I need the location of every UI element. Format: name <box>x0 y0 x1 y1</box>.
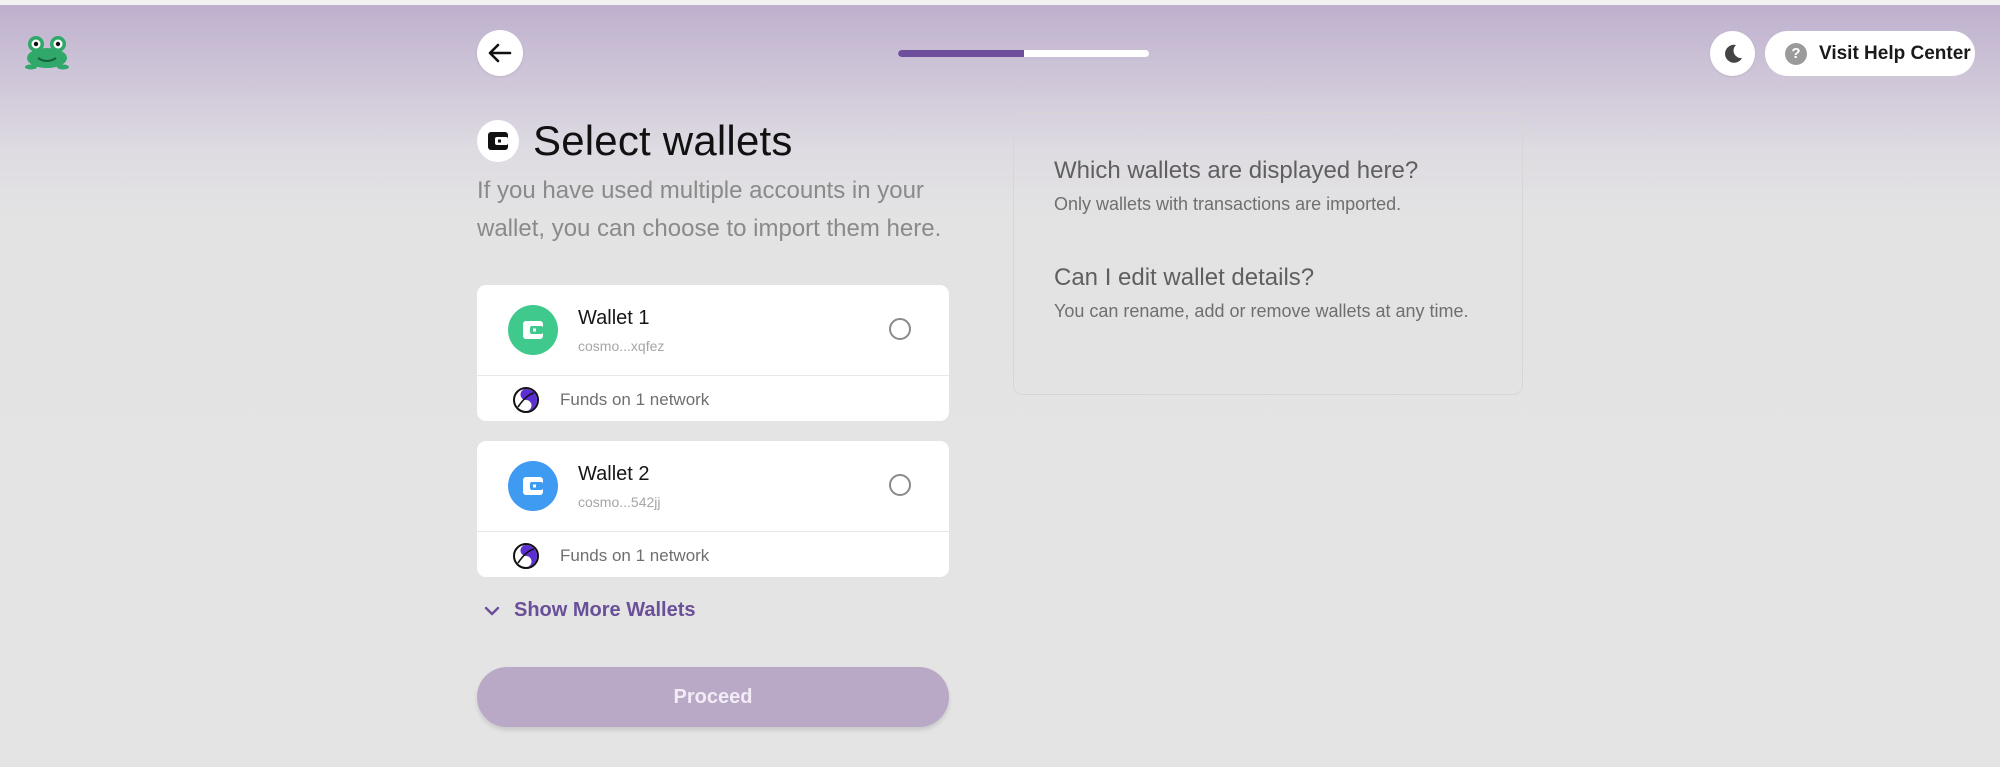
frog-logo-icon <box>23 34 71 70</box>
progress-fill <box>898 50 1024 57</box>
moon-icon <box>1724 44 1742 63</box>
wallet-select-radio[interactable] <box>889 474 911 496</box>
arrow-left-icon <box>488 43 512 63</box>
wallet-address: cosmo...xqfez <box>578 338 665 354</box>
proceed-button[interactable]: Proceed <box>477 667 949 727</box>
wallet-avatar <box>508 461 558 511</box>
faq-panel: Which wallets are displayed here? Only w… <box>1013 112 1523 395</box>
wallet-card-footer: Funds on 1 network <box>477 532 949 577</box>
page-title: Select wallets <box>533 117 793 164</box>
help-center-label: Visit Help Center <box>1819 42 1971 64</box>
wallet-name: Wallet 2 <box>578 463 650 485</box>
progress-bar <box>898 50 1149 57</box>
wallet-card-header: Wallet 2 cosmo...542jj <box>477 441 949 532</box>
wallet-icon <box>523 477 543 495</box>
theme-toggle-button[interactable] <box>1710 31 1755 76</box>
faq-question: Which wallets are displayed here? <box>1054 157 1419 184</box>
wallet-card[interactable]: Wallet 2 cosmo...542jj Funds on 1 networ… <box>477 441 949 577</box>
faq-answer: Only wallets with transactions are impor… <box>1054 194 1402 214</box>
top-edge <box>0 0 2000 5</box>
wallet-funds-text: Funds on 1 network <box>560 390 710 409</box>
wallet-funds-text: Funds on 1 network <box>560 546 710 565</box>
wallet-name: Wallet 1 <box>578 307 650 329</box>
page-header: Select wallets <box>477 117 793 165</box>
network-icon <box>513 387 539 413</box>
faq-answer: You can rename, add or remove wallets at… <box>1054 301 1469 321</box>
back-button[interactable] <box>477 30 523 76</box>
question-circle-icon: ? <box>1785 42 1807 65</box>
wallet-card-footer: Funds on 1 network <box>477 376 949 421</box>
show-more-label: Show More Wallets <box>514 599 696 621</box>
wallet-card[interactable]: Wallet 1 cosmo...xqfez Funds on 1 networ… <box>477 285 949 421</box>
wallet-select-radio[interactable] <box>889 318 911 340</box>
show-more-wallets-button[interactable]: Show More Wallets <box>484 599 696 622</box>
network-icon <box>513 543 539 569</box>
wallet-icon <box>477 120 519 162</box>
wallet-icon <box>523 321 543 339</box>
faq-question: Can I edit wallet details? <box>1054 264 1315 291</box>
chevron-down-icon <box>484 606 500 615</box>
wallet-card-header: Wallet 1 cosmo...xqfez <box>477 285 949 376</box>
wallet-avatar <box>508 305 558 355</box>
help-center-button[interactable]: ? Visit Help Center <box>1765 31 1975 76</box>
page-subtitle: If you have used multiple accounts in yo… <box>477 177 942 242</box>
wallet-address: cosmo...542jj <box>578 494 661 510</box>
